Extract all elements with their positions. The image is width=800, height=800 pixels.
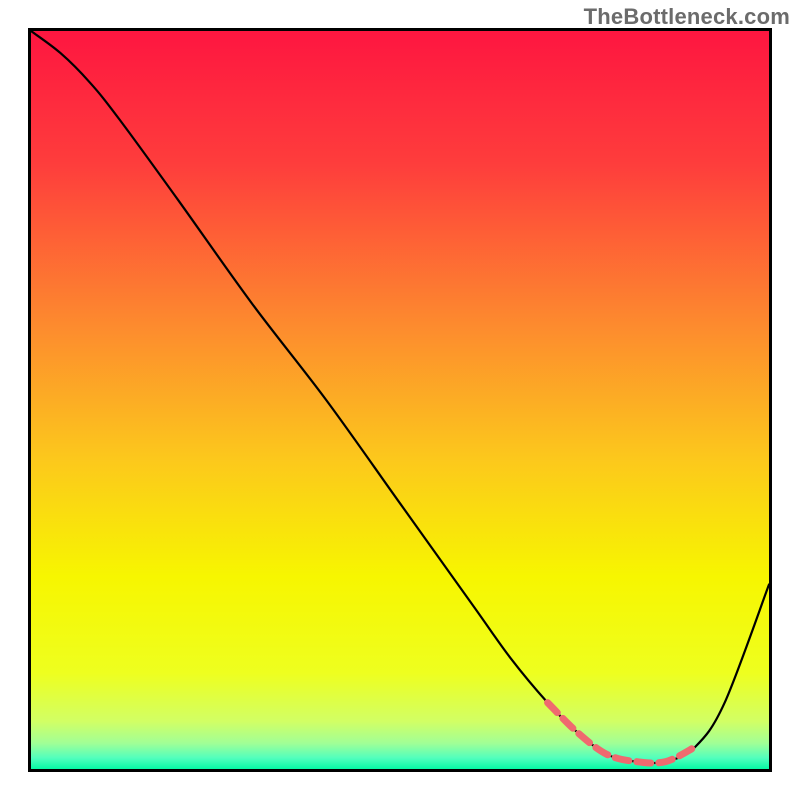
- attribution-text: TheBottleneck.com: [584, 4, 790, 30]
- chart-frame: TheBottleneck.com: [0, 0, 800, 800]
- gradient-background: [31, 31, 769, 769]
- chart-svg: [31, 31, 769, 769]
- plot-area: [28, 28, 772, 772]
